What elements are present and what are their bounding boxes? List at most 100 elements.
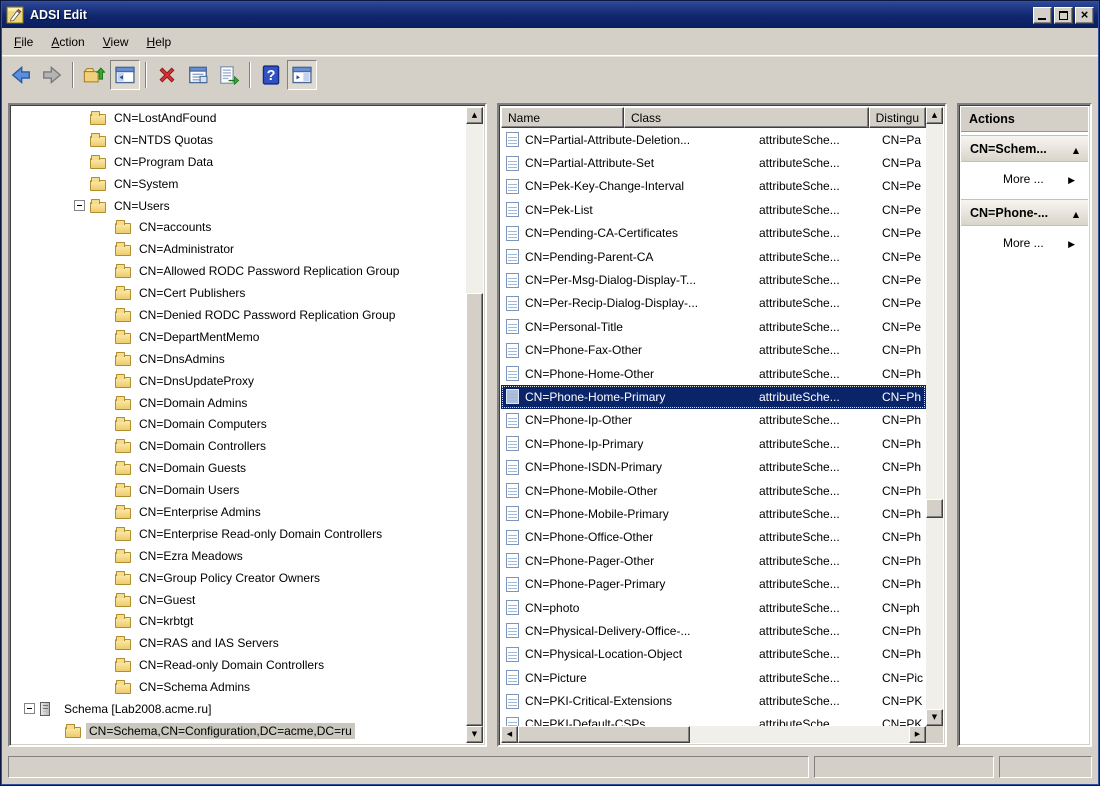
scroll-right-icon[interactable] [909,726,926,743]
forward-arrow-icon[interactable] [37,60,67,90]
tree-item[interactable]: Schema [Lab2008.acme.ru] [12,698,466,720]
list-row[interactable]: CN=Phone-Mobile-Primary attributeSche...… [501,502,926,525]
back-arrow-icon[interactable] [6,60,36,90]
list-row[interactable]: CN=Phone-Home-Primary attributeSche... C… [501,385,926,408]
scroll-left-icon[interactable] [501,726,518,743]
menu-item[interactable]: View [94,31,138,53]
tree-item[interactable]: CN=Denied RODC Password Replication Grou… [12,304,466,326]
tree-item[interactable]: CN=DnsAdmins [12,348,466,370]
list-row[interactable]: CN=Per-Msg-Dialog-Display-T... attribute… [501,268,926,291]
list-row[interactable]: CN=Phone-Mobile-Other attributeSche... C… [501,479,926,502]
tree-item[interactable]: CN=accounts [12,216,466,238]
list-row[interactable]: CN=Pending-Parent-CA attributeSche... CN… [501,245,926,268]
tree-item[interactable]: CN=Domain Users [12,479,466,501]
tree-item[interactable]: CN=LostAndFound [12,107,466,129]
scroll-down-icon[interactable] [926,709,943,726]
tree-item[interactable]: CN=System [12,173,466,195]
list-horizontal-scrollbar[interactable] [501,726,926,743]
tree-item[interactable]: CN=Domain Guests [12,457,466,479]
tree-item[interactable]: CN=krbtgt [12,610,466,632]
tree-item[interactable]: CN=DepartMentMemo [12,326,466,348]
menu-item[interactable]: Action [42,31,93,53]
list-row[interactable]: CN=PKI-Critical-Extensions attributeSche… [501,689,926,712]
tree-item[interactable]: CN=RAS and IAS Servers [12,632,466,654]
action-section-header[interactable]: CN=Schem... [961,135,1088,162]
tree-item[interactable]: CN=Domain Controllers [12,435,466,457]
tree-item[interactable]: CN=Enterprise Read-only Domain Controlle… [12,523,466,545]
tree-item[interactable]: CN=Cert Publishers [12,282,466,304]
tree-item[interactable]: CN=Enterprise Admins [12,501,466,523]
list-row[interactable]: CN=Phone-Ip-Primary attributeSche... CN=… [501,432,926,455]
folder-icon [115,639,131,650]
tree-item[interactable]: CN=Administrator [12,238,466,260]
delete-icon[interactable] [152,60,182,90]
tree-item[interactable]: CN=Schema Admins [12,676,466,698]
show-action-pane-icon[interactable] [287,60,317,90]
list-row[interactable]: CN=photo attributeSche... CN=ph [501,596,926,619]
close-button[interactable]: × [1075,7,1094,24]
tree-item[interactable]: CN=Read-only Domain Controllers [12,654,466,676]
tree-item[interactable]: CN=Users [12,195,466,217]
up-one-level-icon[interactable] [79,60,109,90]
show-console-tree-icon[interactable] [110,60,140,90]
list-row[interactable]: CN=Phone-Ip-Other attributeSche... CN=Ph [501,409,926,432]
more-actions-item[interactable]: More ... [961,226,1088,260]
menu-item[interactable]: File [5,31,42,53]
tree-item[interactable]: CN=Program Data [12,151,466,173]
list-row[interactable]: CN=Phone-Fax-Other attributeSche... CN=P… [501,339,926,362]
tree-item[interactable]: CN=Allowed RODC Password Replication Gro… [12,260,466,282]
collapse-arrow-icon[interactable] [1073,206,1079,220]
list-row[interactable]: CN=Pending-CA-Certificates attributeSche… [501,222,926,245]
tree-item[interactable]: CN=DnsUpdateProxy [12,370,466,392]
list-row[interactable]: CN=Phone-ISDN-Primary attributeSche... C… [501,455,926,478]
tree-item[interactable]: CN=Domain Admins [12,392,466,414]
maximize-button[interactable] [1054,7,1073,24]
scrollbar-thumb[interactable] [518,726,690,743]
list-row[interactable]: CN=PKI-Default-CSPs attributeSche CN=PK [501,713,926,726]
collapse-expander-icon[interactable] [74,200,85,211]
tree-item[interactable]: CN=Ezra Meadows [12,545,466,567]
list-row[interactable]: CN=Phone-Home-Other attributeSche... CN=… [501,362,926,385]
help-icon[interactable]: ? [256,60,286,90]
list-row[interactable]: CN=Picture attributeSche... CN=Pic [501,666,926,689]
list-row[interactable]: CN=Physical-Delivery-Office-... attribut… [501,619,926,642]
more-actions-item[interactable]: More ... [961,162,1088,196]
collapse-expander-icon[interactable] [24,703,35,714]
tree-item[interactable]: CN=NTDS Quotas [12,129,466,151]
list-row[interactable]: CN=Pek-List attributeSche... CN=Pe [501,198,926,221]
action-section-header[interactable]: CN=Phone-... [961,199,1088,226]
collapse-arrow-icon[interactable] [1073,142,1079,156]
tree-vertical-scrollbar[interactable] [466,107,483,743]
tree-item[interactable]: CN=Domain Computers [12,413,466,435]
menu-item[interactable]: Help [138,31,181,53]
list-cell-name: CN=Phone-Mobile-Other [525,484,657,498]
scroll-up-icon[interactable] [466,107,483,124]
list-cell-name: CN=Phone-Office-Other [525,530,653,544]
minimize-button[interactable] [1033,7,1052,24]
column-header[interactable]: Distingu [869,107,926,128]
list-row[interactable]: CN=Phone-Pager-Other attributeSche... CN… [501,549,926,572]
column-header[interactable]: Class [624,107,869,128]
tree-item[interactable]: CN=Schema,CN=Configuration,DC=acme,DC=ru [12,720,466,742]
column-header[interactable]: Name [501,107,624,128]
export-list-icon[interactable] [214,60,244,90]
list-row[interactable]: CN=Personal-Title attributeSche... CN=Pe [501,315,926,338]
title-bar[interactable]: ADSI Edit × [2,2,1098,28]
list-cell-name: CN=Phone-Ip-Other [525,413,632,427]
tree-item[interactable]: CN=Guest [12,589,466,611]
properties-icon[interactable] [183,60,213,90]
list-row[interactable]: CN=Per-Recip-Dialog-Display-... attribut… [501,292,926,315]
tree-item[interactable]: CN=Group Policy Creator Owners [12,567,466,589]
list-row[interactable]: CN=Partial-Attribute-Deletion... attribu… [501,128,926,151]
list-row[interactable]: CN=Partial-Attribute-Set attributeSche..… [501,151,926,174]
scrollbar-thumb[interactable] [926,499,943,518]
list-cell-distinguished-name: CN=Ph [875,390,926,404]
list-row[interactable]: CN=Phone-Office-Other attributeSche... C… [501,526,926,549]
list-row[interactable]: CN=Phone-Pager-Primary attributeSche... … [501,572,926,595]
scrollbar-thumb[interactable] [466,293,483,726]
list-row[interactable]: CN=Physical-Location-Object attributeSch… [501,643,926,666]
scroll-up-icon[interactable] [926,107,943,124]
list-row[interactable]: CN=Pek-Key-Change-Interval attributeSche… [501,175,926,198]
list-vertical-scrollbar[interactable] [926,107,943,726]
scroll-down-icon[interactable] [466,726,483,743]
